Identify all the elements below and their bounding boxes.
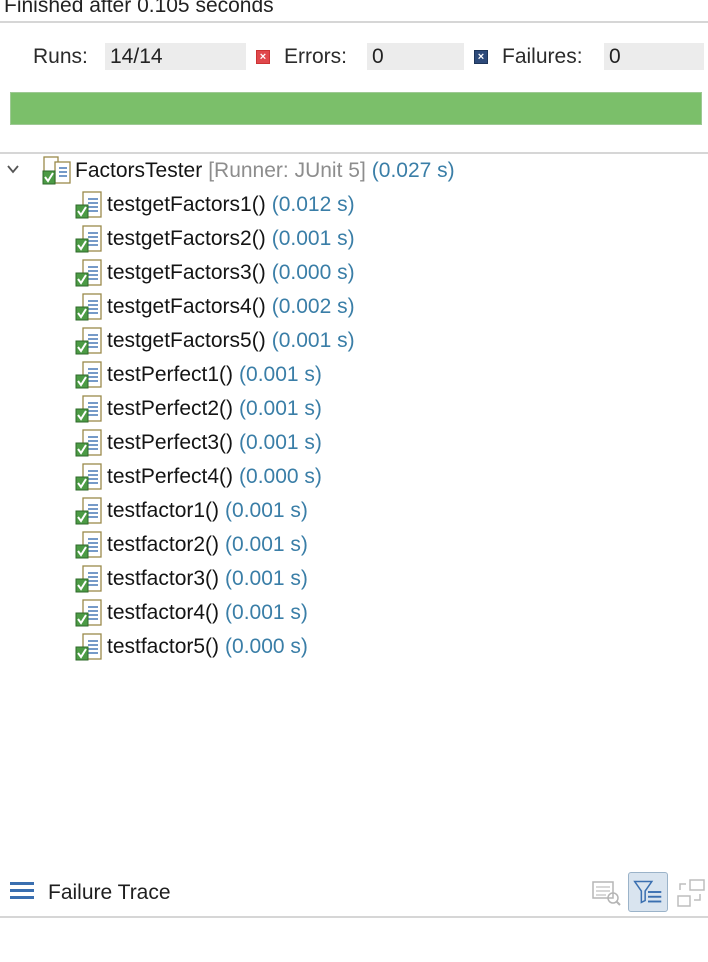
test-name: testPerfect4(): [107, 465, 234, 488]
test-row[interactable]: testfactor3() (0.001 s): [74, 562, 308, 596]
test-ok-icon: [75, 429, 102, 457]
test-name: testPerfect1(): [107, 363, 234, 386]
test-ok-icon: [75, 395, 102, 423]
failure-icon: ×: [474, 50, 488, 64]
chevron-down-icon[interactable]: [6, 162, 20, 176]
suite-runner: [Runner: JUnit 5]: [208, 159, 366, 182]
test-time: (0.000 s): [239, 465, 322, 488]
status-finished-text: Finished after 0.105 seconds: [4, 0, 274, 17]
suite-time: (0.027 s): [371, 159, 455, 182]
stack-trace-icon: [10, 882, 34, 899]
test-row[interactable]: testfactor5() (0.000 s): [74, 630, 308, 664]
toggle-layout-button[interactable]: [672, 872, 708, 912]
compare-results-button[interactable]: [586, 872, 626, 912]
test-ok-icon: [75, 225, 102, 253]
test-row[interactable]: testPerfect2() (0.001 s): [74, 392, 322, 426]
test-ok-icon: [75, 463, 102, 491]
test-name: testgetFactors4(): [107, 295, 266, 318]
test-time: (0.001 s): [239, 431, 322, 454]
test-ok-icon: [75, 565, 102, 593]
test-row[interactable]: testgetFactors1() (0.012 s): [74, 188, 355, 222]
test-time: (0.000 s): [271, 261, 355, 284]
test-name: testfactor4(): [107, 601, 220, 624]
filter-stack-icon: [633, 880, 662, 904]
test-name: testgetFactors3(): [107, 261, 266, 284]
compare-results-icon: [592, 881, 621, 906]
test-time: (0.001 s): [225, 567, 308, 590]
test-name: testgetFactors5(): [107, 329, 266, 352]
test-time: (0.012 s): [271, 193, 355, 216]
test-name: testfactor5(): [107, 635, 220, 658]
test-name: testPerfect3(): [107, 431, 234, 454]
test-name: testgetFactors2(): [107, 227, 266, 250]
test-row[interactable]: testgetFactors3() (0.000 s): [74, 256, 355, 290]
test-row[interactable]: testgetFactors2() (0.001 s): [74, 222, 355, 256]
test-time: (0.002 s): [271, 295, 355, 318]
test-row[interactable]: testgetFactors4() (0.002 s): [74, 290, 355, 324]
test-time: (0.001 s): [225, 533, 308, 556]
runs-value: 14/14: [105, 43, 246, 70]
test-time: (0.001 s): [225, 601, 308, 624]
progress-bar: [10, 92, 702, 125]
failures-value: 0: [604, 43, 704, 70]
test-suite-ok-icon: [42, 156, 71, 185]
test-time: (0.001 s): [239, 397, 322, 420]
test-name: testPerfect2(): [107, 397, 234, 420]
test-ok-icon: [75, 599, 102, 627]
counters-bar: Runs: 14/14 × Errors: 0 × Failures: 0: [0, 43, 708, 71]
test-ok-icon: [75, 293, 102, 321]
test-name: testfactor3(): [107, 567, 220, 590]
test-row[interactable]: testPerfect1() (0.001 s): [74, 358, 322, 392]
test-time: (0.001 s): [225, 499, 308, 522]
test-time: (0.001 s): [271, 329, 355, 352]
test-ok-icon: [75, 361, 102, 389]
test-row[interactable]: testgetFactors5() (0.001 s): [74, 324, 355, 358]
error-icon: ×: [256, 50, 270, 64]
suite-name: FactorsTester: [75, 159, 203, 182]
test-time: (0.001 s): [271, 227, 355, 250]
test-name: testfactor1(): [107, 499, 220, 522]
test-ok-icon: [75, 191, 102, 219]
test-ok-icon: [75, 633, 102, 661]
failure-trace-bar: Failure Trace: [0, 868, 708, 916]
filter-stack-button[interactable]: [628, 872, 668, 912]
test-name: testgetFactors1(): [107, 193, 266, 216]
test-ok-icon: [75, 497, 102, 525]
test-ok-icon: [75, 259, 102, 287]
test-row[interactable]: testfactor4() (0.001 s): [74, 596, 308, 630]
test-ok-icon: [75, 327, 102, 355]
trace-separator: [0, 916, 708, 918]
tree-root-row[interactable]: FactorsTester [Runner: JUnit 5] (0.027 s…: [0, 154, 455, 188]
test-ok-icon: [75, 531, 102, 559]
toggle-layout-icon: [677, 879, 705, 907]
errors-value: 0: [367, 43, 464, 70]
test-row[interactable]: testfactor1() (0.001 s): [74, 494, 308, 528]
failures-label: Failures:: [502, 45, 583, 68]
failure-trace-label: Failure Trace: [48, 881, 171, 904]
test-time: (0.000 s): [225, 635, 308, 658]
test-row[interactable]: testfactor2() (0.001 s): [74, 528, 308, 562]
errors-label: Errors:: [284, 45, 347, 68]
header-separator: [0, 21, 708, 23]
test-name: testfactor2(): [107, 533, 220, 556]
runs-label: Runs:: [33, 45, 88, 68]
test-row[interactable]: testPerfect4() (0.000 s): [74, 460, 322, 494]
test-row[interactable]: testPerfect3() (0.001 s): [74, 426, 322, 460]
test-time: (0.001 s): [239, 363, 322, 386]
